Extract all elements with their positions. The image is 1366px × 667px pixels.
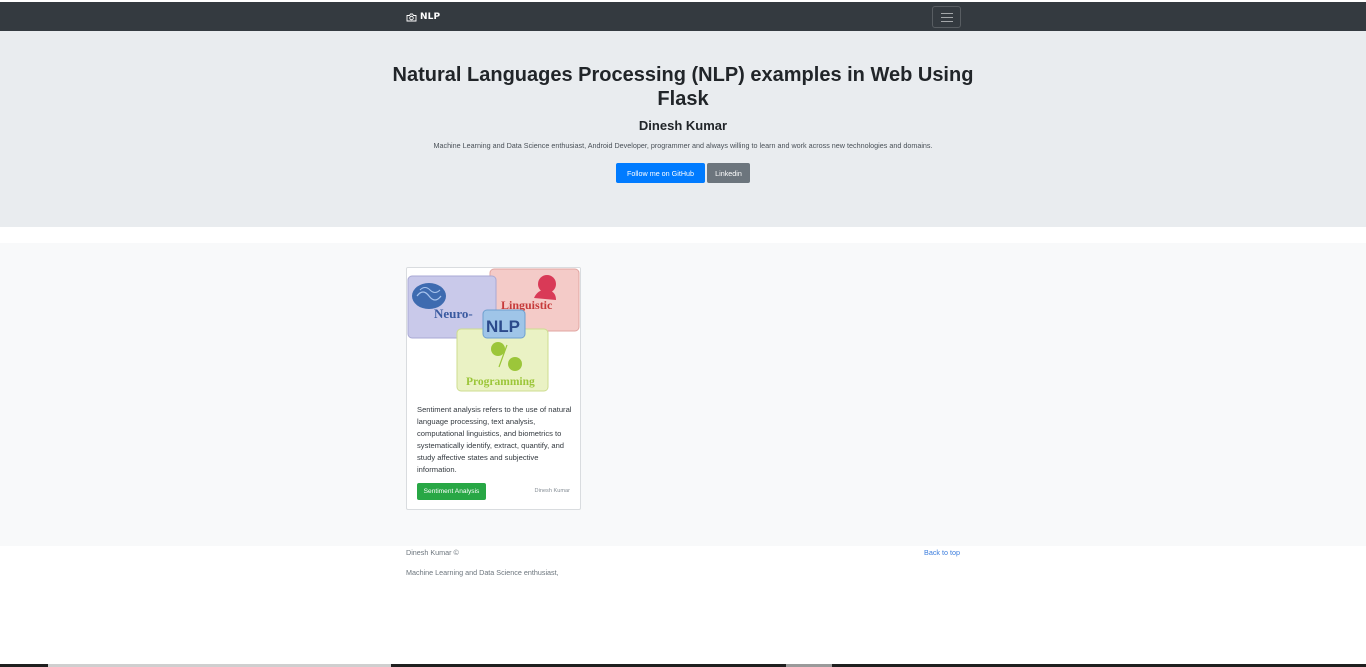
linkedin-button[interactable]: Linkedin [707,163,750,183]
sentiment-card: Linguistic Neuro- Programming NLP Sentim… [406,267,581,510]
navbar-brand[interactable]: NLP [406,10,440,24]
album-section: Linguistic Neuro- Programming NLP Sentim… [0,243,1366,546]
jumbotron: Natural Languages Processing (NLP) examp… [0,31,1366,227]
page-title: Natural Languages Processing (NLP) examp… [392,64,974,110]
lead-text: Machine Learning and Data Science enthus… [433,141,933,150]
author-name: Dinesh Kumar [638,118,728,133]
card-author: Dinesh Kumar [534,488,570,494]
programming-label: Programming [466,376,535,388]
github-button[interactable]: Follow me on GitHub [616,163,705,183]
nlp-image: Linguistic Neuro- Programming NLP [407,268,580,394]
footer-description: Machine Learning and Data Science enthus… [406,568,559,577]
neuro-label: Neuro- [434,306,473,321]
sentiment-analysis-button[interactable]: Sentiment Analysis [417,483,486,500]
footer-copyright: Dinesh Kumar © [406,548,459,557]
navbar: NLP [0,2,1366,31]
card-text: Sentiment analysis refers to the use of … [417,405,572,474]
camera-icon [406,13,417,21]
back-to-top-link[interactable]: Back to top [924,548,960,557]
nlp-label: NLP [486,317,520,336]
navbar-toggler[interactable] [932,6,961,28]
brand-label: NLP [420,12,441,22]
